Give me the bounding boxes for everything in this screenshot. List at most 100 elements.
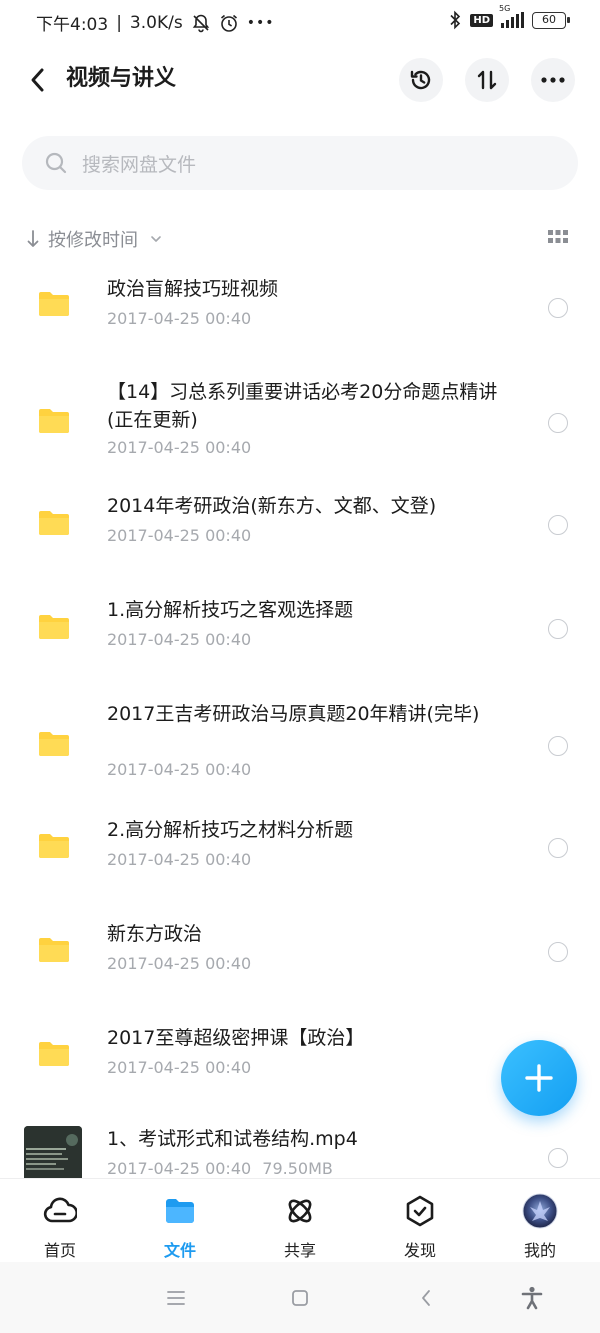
file-name: 新东方政治 bbox=[107, 923, 203, 945]
accessibility-button[interactable] bbox=[520, 1286, 544, 1310]
add-button[interactable] bbox=[501, 1040, 577, 1116]
select-radio[interactable] bbox=[548, 298, 568, 318]
file-date: 2017-04-25 00:40 bbox=[107, 1159, 252, 1178]
menu-icon bbox=[167, 1291, 185, 1305]
tab-files[interactable]: 文件 bbox=[130, 1193, 230, 1263]
chevron-down-icon bbox=[151, 236, 161, 242]
video-thumbnail bbox=[24, 1126, 82, 1184]
select-radio[interactable] bbox=[548, 838, 568, 858]
video-thumbnail-image bbox=[24, 1126, 82, 1184]
folder-icon bbox=[39, 615, 69, 639]
chevron-left-icon bbox=[31, 68, 44, 92]
title-bar: 视频与讲义 bbox=[0, 56, 600, 104]
select-radio[interactable] bbox=[548, 942, 568, 962]
grid-view-icon[interactable] bbox=[548, 230, 568, 244]
folder-icon bbox=[39, 834, 69, 858]
tab-label: 首页 bbox=[43, 1241, 76, 1260]
folder-icon bbox=[39, 938, 69, 962]
list-item[interactable]: 1、考试形式和试卷结构.mp4 2017-04-25 00:40 79.50MB bbox=[0, 1126, 600, 1184]
bell-off-icon bbox=[192, 14, 209, 32]
file-meta: 2017-04-25 00:40 bbox=[107, 437, 251, 459]
tab-share[interactable]: 共享 bbox=[250, 1193, 350, 1263]
file-name: 【14】习总系列重要讲话必考20分命题点精讲(正在更新) bbox=[107, 381, 498, 431]
sort-button[interactable]: 按修改时间 bbox=[26, 226, 164, 252]
status-time: 下午4:03 bbox=[36, 15, 109, 35]
file-name: 2014年考研政治(新东方、文都、文登) bbox=[107, 495, 437, 517]
file-meta: 2017-04-25 00:40 79.50MB bbox=[107, 1158, 333, 1180]
history-icon bbox=[410, 70, 431, 90]
transfer-icon bbox=[477, 70, 497, 90]
folder-icon bbox=[39, 732, 69, 756]
back-nav-button[interactable] bbox=[414, 1286, 438, 1310]
list-item[interactable]: 2017王吉考研政治马原真题20年精讲(完毕) 2017-04-25 00:40 bbox=[0, 696, 600, 822]
list-item[interactable]: 2.高分解析技巧之材料分析题 2017-04-25 00:40 bbox=[0, 819, 600, 926]
discover-icon bbox=[402, 1193, 438, 1229]
status-more: ••• bbox=[246, 14, 275, 31]
transfer-button[interactable] bbox=[465, 58, 509, 102]
file-date: 2017-04-25 00:40 bbox=[107, 850, 252, 869]
search-placeholder: 搜索网盘文件 bbox=[82, 153, 197, 176]
folder-icon bbox=[162, 1193, 198, 1229]
select-radio[interactable] bbox=[548, 736, 568, 756]
file-meta: 2017-04-25 00:40 bbox=[107, 629, 251, 651]
folder-icon bbox=[39, 409, 69, 433]
tab-home[interactable]: 首页 bbox=[10, 1193, 110, 1263]
file-name: 1.高分解析技巧之客观选择题 bbox=[107, 599, 354, 621]
sort-label: 按修改时间 bbox=[48, 230, 138, 251]
plus-icon bbox=[525, 1064, 553, 1092]
select-radio[interactable] bbox=[548, 515, 568, 535]
search-bar[interactable]: 搜索网盘文件 bbox=[22, 136, 578, 190]
battery-level: 60 bbox=[542, 12, 556, 26]
signal-icon bbox=[501, 12, 524, 28]
select-radio[interactable] bbox=[548, 619, 568, 639]
file-meta: 2017-04-25 00:40 bbox=[107, 953, 251, 975]
tab-label: 文件 bbox=[163, 1241, 196, 1260]
more-button[interactable] bbox=[531, 58, 575, 102]
tab-discover[interactable]: 发现 bbox=[370, 1193, 470, 1263]
file-date: 2017-04-25 00:40 bbox=[107, 309, 252, 328]
alarm-icon bbox=[220, 14, 237, 32]
list-item[interactable]: 新东方政治 2017-04-25 00:40 bbox=[0, 923, 600, 1030]
file-meta: 2017-04-25 00:40 bbox=[107, 308, 251, 330]
select-radio[interactable] bbox=[548, 1148, 568, 1168]
list-item[interactable]: 政治盲解技巧班视频 2017-04-25 00:40 bbox=[0, 258, 600, 362]
select-radio[interactable] bbox=[548, 413, 568, 433]
more-icon bbox=[541, 77, 565, 83]
file-date: 2017-04-25 00:40 bbox=[107, 630, 252, 649]
accessibility-icon bbox=[521, 1286, 543, 1310]
battery-icon: 60 bbox=[532, 11, 570, 29]
file-date: 2017-04-25 00:40 bbox=[107, 1058, 252, 1077]
list-item[interactable]: 2014年考研政治(新东方、文都、文登) 2017-04-25 00:40 bbox=[0, 488, 600, 592]
folder-icon bbox=[39, 292, 69, 316]
file-meta: 2017-04-25 00:40 bbox=[107, 759, 251, 781]
search-icon bbox=[45, 152, 67, 174]
list-item[interactable]: 【14】习总系列重要讲话必考20分命题点精讲(正在更新) 2017-04-25 … bbox=[0, 362, 600, 488]
chevron-left-icon bbox=[422, 1290, 430, 1306]
file-date: 2017-04-25 00:40 bbox=[107, 526, 252, 545]
system-nav-bar bbox=[0, 1262, 600, 1333]
file-date: 2017-04-25 00:40 bbox=[107, 954, 252, 973]
file-meta: 2017-04-25 00:40 bbox=[107, 1057, 251, 1079]
list-item[interactable]: 1.高分解析技巧之客观选择题 2017-04-25 00:40 bbox=[0, 592, 600, 696]
tab-me[interactable]: 我的 bbox=[490, 1193, 590, 1263]
menu-nav-button[interactable] bbox=[164, 1286, 188, 1310]
file-meta: 2017-04-25 00:40 bbox=[107, 849, 251, 871]
history-button[interactable] bbox=[399, 58, 443, 102]
status-right: HD 5G 60 bbox=[448, 4, 570, 30]
tab-label: 共享 bbox=[283, 1241, 316, 1260]
atom-icon bbox=[282, 1193, 318, 1229]
cloud-icon bbox=[42, 1193, 78, 1229]
file-name: 政治盲解技巧班视频 bbox=[107, 278, 279, 300]
bluetooth-icon bbox=[450, 10, 461, 30]
file-name: 2.高分解析技巧之材料分析题 bbox=[107, 819, 354, 841]
status-speed: 3.0K/s bbox=[129, 12, 183, 33]
back-button[interactable] bbox=[22, 64, 52, 96]
file-meta: 2017-04-25 00:40 bbox=[107, 525, 251, 547]
file-name: 2017王吉考研政治马原真题20年精讲(完毕) bbox=[107, 703, 480, 725]
status-left: 下午4:03 | 3.0K/s ••• bbox=[36, 10, 275, 36]
status-bar: 下午4:03 | 3.0K/s ••• HD 5G 60 bbox=[0, 0, 600, 46]
file-date: 2017-04-25 00:40 bbox=[107, 438, 252, 457]
home-nav-button[interactable] bbox=[288, 1286, 312, 1310]
folder-icon bbox=[39, 1042, 69, 1066]
network-type: 5G bbox=[499, 4, 511, 13]
